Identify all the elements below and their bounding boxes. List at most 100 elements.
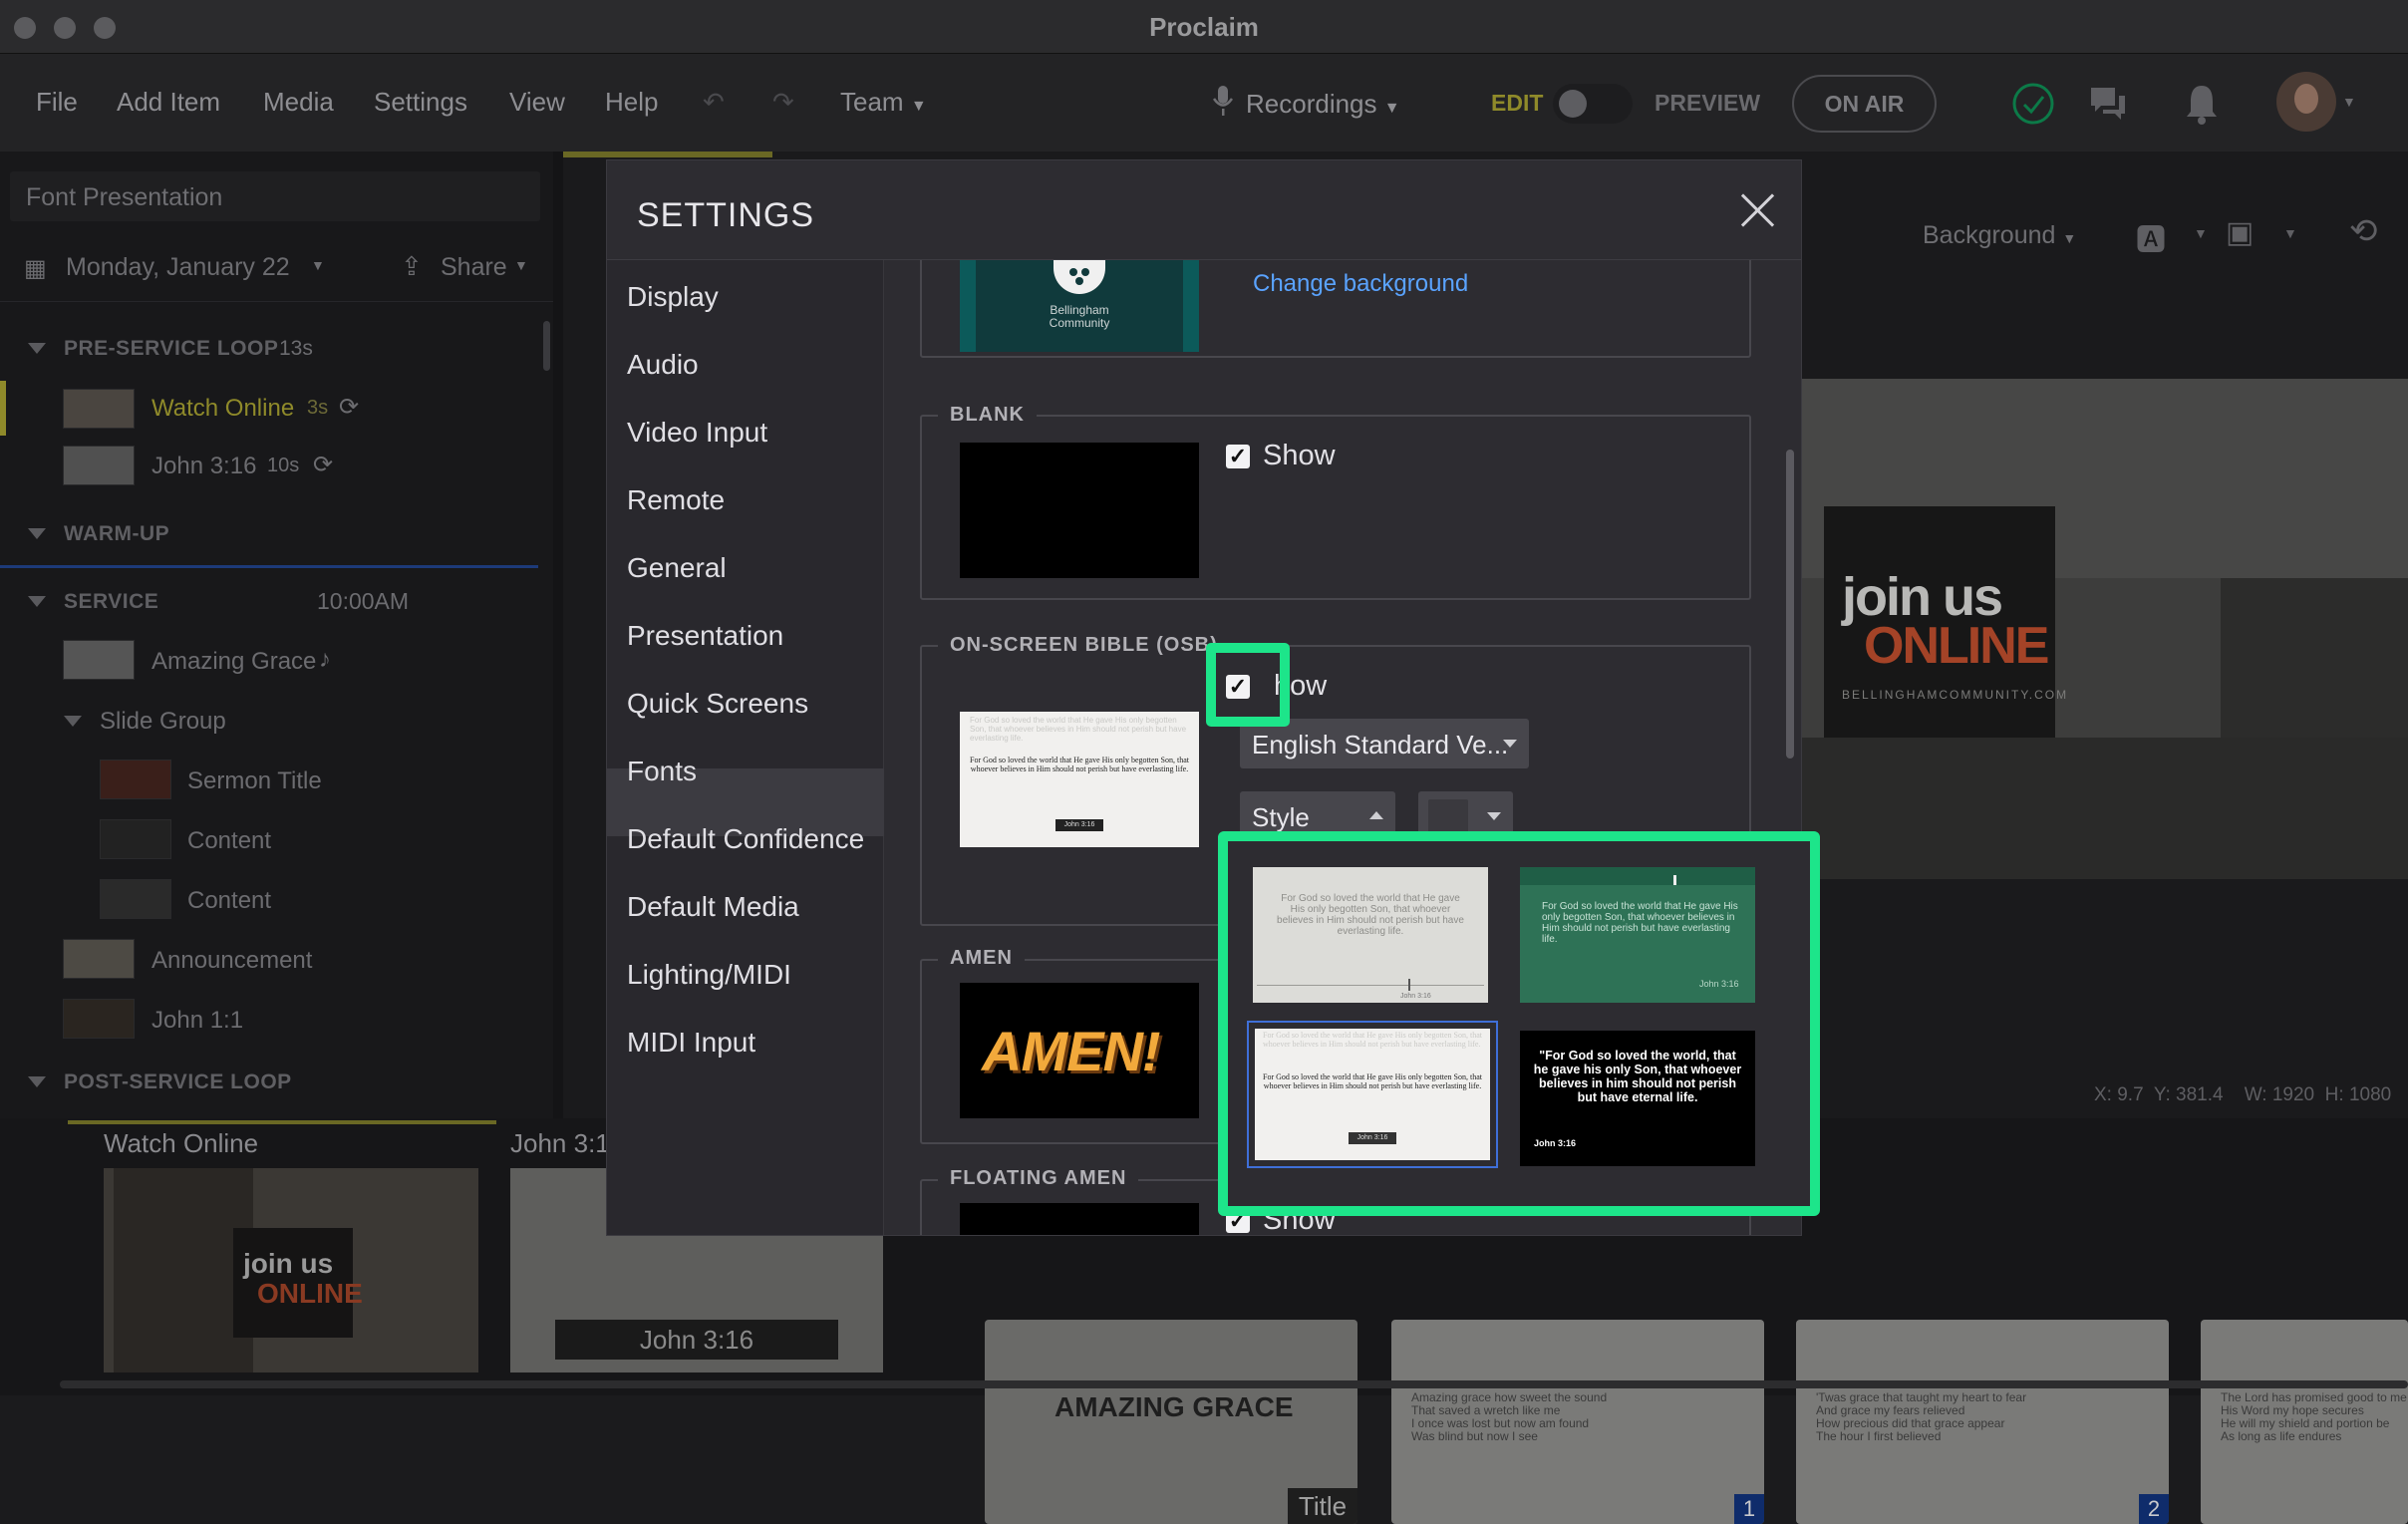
sidebar-scrollbar[interactable] [543, 321, 550, 371]
edit-preview-toggle[interactable] [1553, 84, 1633, 124]
thumbnail [100, 760, 171, 799]
strip-card-verse-2[interactable]: 'Twas grace that taught my heart to fear… [1796, 1320, 2169, 1524]
list-item-slide-group[interactable]: Slide Group [100, 708, 226, 736]
undo-icon[interactable]: ↶ [703, 87, 725, 118]
chevron-down-icon[interactable]: ▼ [311, 257, 325, 273]
osb-preview: For God so loved the world that He gave … [960, 712, 1199, 847]
style-value: Style [1252, 802, 1310, 832]
nav-quick-screens[interactable]: Quick Screens [627, 688, 808, 720]
blank-label: BLANK [938, 404, 1037, 427]
toggle-knob [1559, 90, 1587, 118]
thumbnail [63, 999, 135, 1039]
list-item-announcement[interactable]: Announcement [151, 947, 312, 975]
nav-display[interactable]: Display [627, 281, 719, 313]
chevron-down-icon[interactable]: ▼ [2194, 225, 2208, 241]
team-menu[interactable]: Team ▼ [840, 87, 927, 118]
list-item-content[interactable]: Content [187, 887, 271, 915]
strip-card-watch-online[interactable]: join us ONLINE [104, 1168, 478, 1372]
close-icon[interactable] [1737, 190, 1777, 230]
list-item-watch-online[interactable]: Watch Online [151, 395, 294, 423]
collapse-triangle-icon[interactable] [64, 716, 82, 727]
list-item-content[interactable]: Content [187, 827, 271, 855]
settings-scrollbar[interactable] [1786, 450, 1794, 759]
style-option-serif-selected[interactable]: For God so loved the world that He gave … [1247, 1021, 1498, 1168]
strip-card-verse-1[interactable]: Amazing grace how sweet the sound That sa… [1391, 1320, 1764, 1524]
blank-preview [960, 443, 1199, 578]
list-item-john-3-16[interactable]: John 3:16 [151, 453, 256, 480]
style-option-light[interactable]: For God so loved the world that He gave … [1253, 867, 1488, 1003]
section-warm-up[interactable]: WARM-UP [64, 522, 169, 546]
slide-number-badge: 1 [1734, 1494, 1764, 1524]
style-option-serif-canvas: For God so loved the world that He gave … [1255, 1029, 1490, 1160]
strip-active-marker [68, 1120, 496, 1124]
nav-default-confidence[interactable]: Default Confidence [627, 823, 864, 855]
slide-number-badge: 2 [2139, 1494, 2169, 1524]
chevron-down-icon [1487, 812, 1501, 820]
nav-lighting-midi[interactable]: Lighting/MIDI [627, 959, 791, 991]
presentation-name-field[interactable]: Font Presentation [10, 171, 540, 221]
change-background-link[interactable]: Change background [1253, 270, 1468, 298]
section-post-service-loop[interactable]: POST-SERVICE LOOP [64, 1070, 292, 1094]
chevron-down-icon[interactable]: ▼ [2342, 94, 2356, 110]
menu-settings[interactable]: Settings [374, 87, 467, 118]
chat-icon[interactable] [2087, 84, 2129, 129]
menu-view[interactable]: View [509, 87, 565, 118]
strip-card-verse-3[interactable]: The Lord has promised good to me His Word… [2201, 1320, 2408, 1524]
nav-presentation[interactable]: Presentation [627, 620, 783, 652]
share-button[interactable]: Share [441, 253, 507, 282]
list-item-sermon-title[interactable]: Sermon Title [187, 767, 322, 795]
nav-default-media[interactable]: Default Media [627, 891, 799, 923]
thumbnail [63, 640, 135, 680]
card-badge: Title [1288, 1488, 1357, 1524]
bell-icon[interactable] [2183, 82, 2221, 131]
list-item-john-1-1[interactable]: John 1:1 [151, 1007, 243, 1035]
reset-icon[interactable]: ⟲ [2349, 211, 2378, 251]
thumbnail [63, 939, 135, 979]
nav-audio[interactable]: Audio [627, 349, 699, 381]
nav-fonts[interactable]: Fonts [627, 756, 697, 787]
menu-file[interactable]: File [36, 87, 78, 118]
nav-remote[interactable]: Remote [627, 484, 725, 516]
collapse-triangle-icon[interactable] [28, 1076, 46, 1087]
redo-icon[interactable]: ↷ [772, 87, 794, 118]
chevron-down-icon[interactable]: ▼ [514, 257, 528, 273]
text-box-icon[interactable]: 🅰 [2136, 215, 2166, 259]
nav-general[interactable]: General [627, 552, 727, 584]
menu-help[interactable]: Help [605, 87, 658, 118]
list-item-amazing-grace[interactable]: Amazing Grace [151, 648, 316, 676]
nav-midi-input[interactable]: MIDI Input [627, 1027, 755, 1059]
background-menu[interactable]: Background ▼ [1923, 221, 2076, 250]
nav-video-input[interactable]: Video Input [627, 417, 767, 449]
menu-add-item[interactable]: Add Item [117, 87, 220, 118]
osb-preview-verse: For God so loved the world that He gave … [970, 756, 1189, 773]
strip-scrollbar[interactable] [60, 1380, 2408, 1388]
card-line1: join us [243, 1248, 334, 1279]
blank-show-checkbox[interactable]: ✓ [1226, 445, 1250, 468]
slide-preview[interactable]: join us ONLINE BELLINGHAMCOMMUNITY.COM [1802, 379, 2408, 879]
style-option-green[interactable]: For God so loved the world that He gave … [1520, 867, 1755, 1003]
strip-card-amazing-grace[interactable]: AMAZING GRACE Title [985, 1320, 1357, 1524]
drop-indicator [0, 565, 538, 568]
collapse-triangle-icon[interactable] [28, 528, 46, 539]
collapse-triangle-icon[interactable] [28, 343, 46, 354]
floating-amen-label: FLOATING AMEN [938, 1167, 1139, 1190]
avatar-face [2294, 84, 2318, 114]
on-air-button[interactable]: ON AIR [1792, 75, 1937, 133]
status-check-icon [2011, 82, 2055, 131]
amen-graphic: AMEN! [982, 1020, 1161, 1082]
collapse-triangle-icon[interactable] [28, 596, 46, 607]
service-time: 10:00AM [317, 588, 410, 614]
chevron-up-icon [1369, 811, 1383, 819]
image-icon[interactable]: ▣ [2226, 215, 2254, 250]
service-date[interactable]: Monday, January 22 [66, 253, 290, 282]
section-pre-service-loop[interactable]: PRE-SERVICE LOOP [64, 337, 278, 361]
avatar[interactable] [2276, 72, 2336, 132]
preview-bg-desk [1802, 738, 2408, 879]
recordings-menu[interactable]: Recordings ▼ [1246, 89, 1400, 120]
edit-mode-label: EDIT [1491, 90, 1544, 116]
section-service[interactable]: SERVICE [64, 590, 158, 614]
color-swatch [1428, 799, 1468, 833]
chevron-down-icon[interactable]: ▼ [2283, 225, 2297, 241]
menu-media[interactable]: Media [263, 87, 334, 118]
style-option-dark[interactable]: "For God so loved the world, that he gav… [1520, 1031, 1755, 1166]
